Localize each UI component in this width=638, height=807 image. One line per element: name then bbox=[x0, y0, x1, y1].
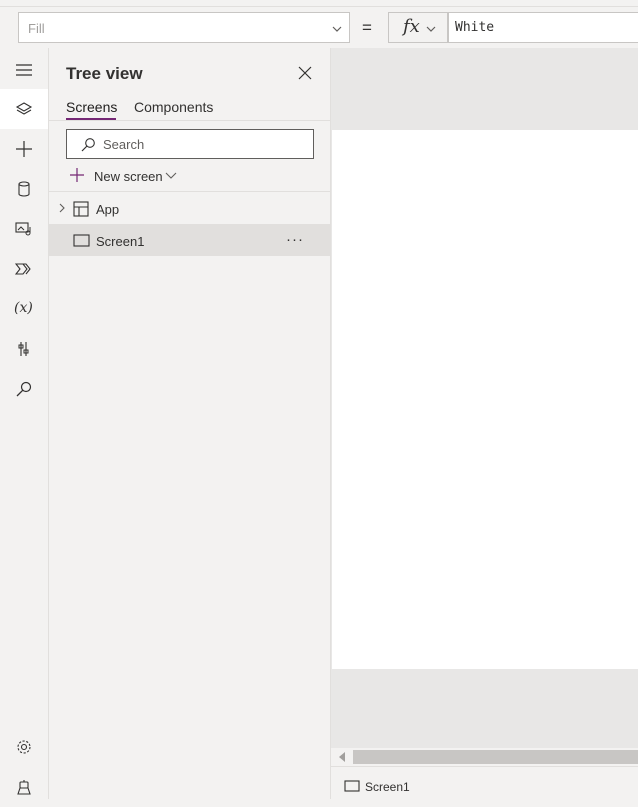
equals-sign: = bbox=[362, 18, 372, 37]
status-bar: Screen1 bbox=[331, 766, 638, 800]
power-automate-icon bbox=[15, 261, 33, 277]
horizontal-scrollbar[interactable] bbox=[331, 748, 638, 766]
media-icon bbox=[15, 221, 33, 237]
fx-button[interactable]: fx bbox=[388, 12, 448, 43]
panel-title: Tree view bbox=[66, 64, 143, 83]
database-icon bbox=[15, 181, 33, 197]
app-icon bbox=[73, 201, 89, 217]
tree-view-panel: Tree view Screens Components New screen … bbox=[49, 48, 331, 799]
scrollbar-thumb[interactable] bbox=[353, 750, 638, 764]
rail-menu-button[interactable] bbox=[0, 50, 48, 90]
rail-advanced-tools-button[interactable] bbox=[0, 329, 48, 369]
rail-virtual-agent-button[interactable] bbox=[0, 767, 48, 807]
top-divider bbox=[0, 6, 638, 7]
new-screen-label: New screen bbox=[94, 169, 163, 184]
chevron-down-icon bbox=[165, 171, 177, 181]
more-options-icon[interactable]: ··· bbox=[286, 231, 304, 248]
rail-insert-button[interactable] bbox=[0, 129, 48, 169]
tree-item-label: App bbox=[96, 202, 120, 217]
rail-media-button[interactable] bbox=[0, 209, 48, 249]
formula-bar: Fill = fx White bbox=[0, 0, 638, 48]
formula-value: White bbox=[455, 20, 495, 35]
formula-input[interactable]: White bbox=[448, 12, 638, 43]
tab-components[interactable]: Components bbox=[134, 99, 213, 115]
rail-tree-view-button[interactable] bbox=[0, 89, 48, 129]
advanced-tools-icon bbox=[15, 341, 33, 357]
rail-data-button[interactable] bbox=[0, 169, 48, 209]
hamburger-icon bbox=[15, 62, 33, 78]
plus-icon bbox=[15, 141, 33, 157]
fx-icon: fx bbox=[403, 16, 420, 37]
search-icon bbox=[15, 381, 33, 397]
search-icon bbox=[80, 137, 96, 153]
tree-item-label: Screen1 bbox=[96, 234, 145, 249]
layers-icon bbox=[15, 101, 33, 117]
rail-settings-button[interactable] bbox=[0, 727, 48, 767]
chevron-down-icon bbox=[331, 23, 343, 35]
plus-icon bbox=[69, 167, 85, 183]
tab-screens[interactable]: Screens bbox=[66, 99, 117, 115]
screen-canvas[interactable] bbox=[332, 130, 638, 669]
property-dropdown[interactable]: Fill bbox=[18, 12, 350, 43]
scroll-left-icon[interactable] bbox=[338, 752, 346, 762]
tab-divider bbox=[49, 120, 330, 121]
property-value: Fill bbox=[28, 21, 45, 36]
tree-item-screen1[interactable]: Screen1 ··· bbox=[49, 224, 330, 256]
status-screen-label[interactable]: Screen1 bbox=[365, 780, 410, 794]
screen-icon bbox=[344, 780, 360, 792]
screen-icon bbox=[73, 233, 90, 247]
settings-icon bbox=[15, 739, 33, 755]
variables-icon: (x) bbox=[14, 300, 33, 316]
close-icon[interactable] bbox=[298, 66, 312, 80]
tree-item-app[interactable]: App bbox=[49, 192, 330, 224]
left-rail: (x) bbox=[0, 48, 49, 799]
search-input[interactable] bbox=[103, 134, 303, 154]
chevron-down-icon bbox=[425, 23, 437, 35]
search-box bbox=[66, 129, 314, 159]
canvas-area: Screen1 bbox=[331, 48, 638, 800]
rail-power-automate-button[interactable] bbox=[0, 249, 48, 289]
rail-variables-button[interactable]: (x) bbox=[0, 289, 48, 329]
rail-search-button[interactable] bbox=[0, 369, 48, 409]
chevron-right-icon[interactable] bbox=[57, 202, 67, 214]
virtual-agent-icon bbox=[15, 779, 33, 795]
